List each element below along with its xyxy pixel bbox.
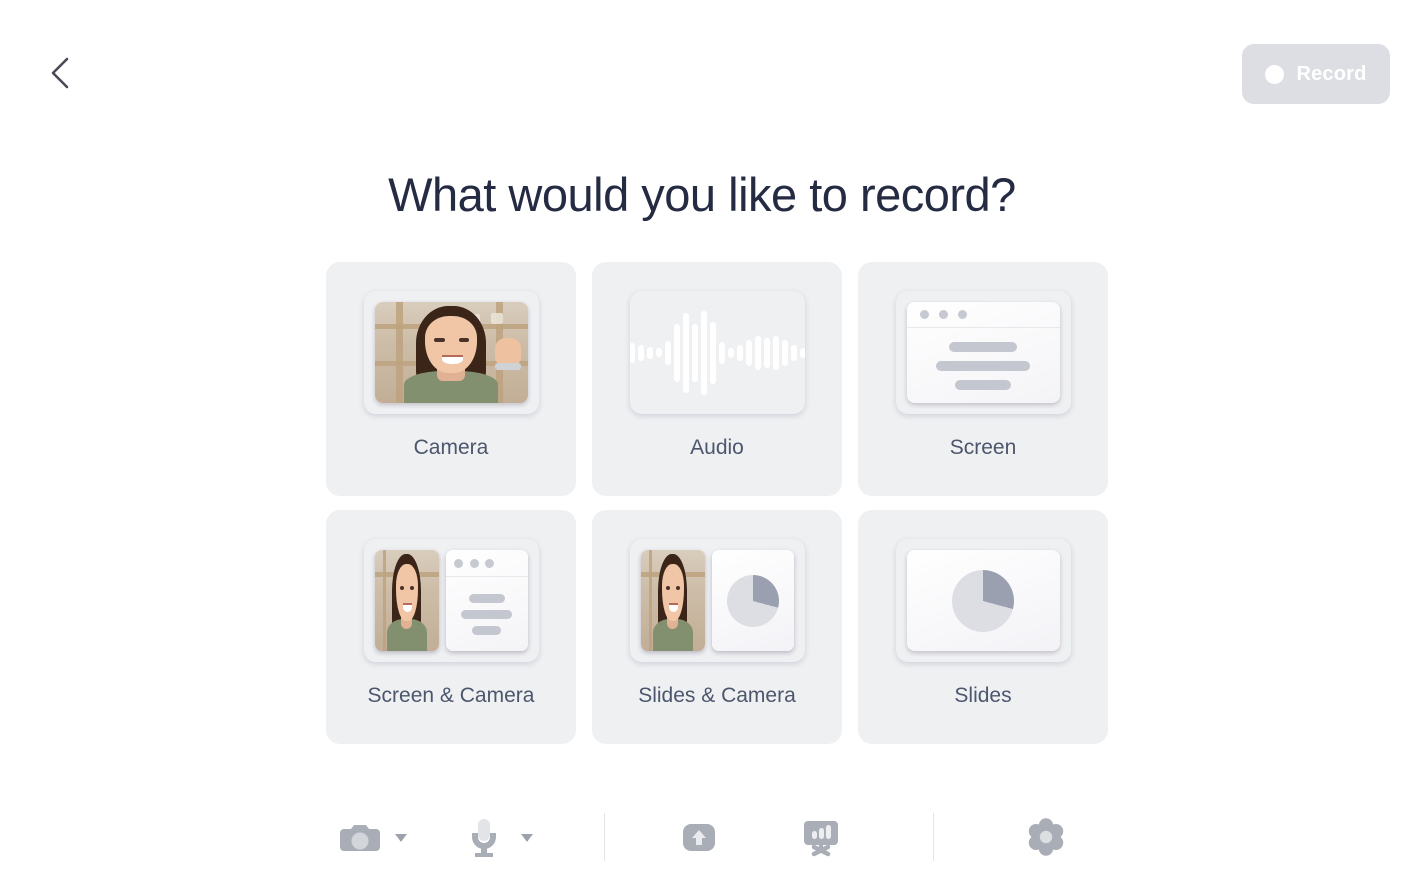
back-button[interactable] — [36, 48, 84, 100]
waveform-bar — [745, 339, 752, 366]
presentation-icon — [793, 811, 849, 863]
waveform-bar — [637, 344, 644, 361]
record-options-grid: Camera Audio Screen Screen & Camera Slid… — [326, 262, 1108, 744]
microphone-source-control[interactable] — [456, 811, 542, 863]
window-dot-icon — [939, 310, 948, 320]
record-option-slides-camera[interactable]: Slides & Camera — [592, 510, 842, 744]
window-dot-icon — [485, 558, 495, 568]
waveform-bar — [718, 341, 725, 364]
browser-window-mock — [445, 550, 528, 651]
record-button[interactable]: Record — [1242, 44, 1390, 104]
screen-window-thumbnail — [896, 291, 1071, 414]
record-option-label: Slides — [954, 684, 1012, 707]
slides-thumbnail — [896, 539, 1071, 662]
waveform-bar — [682, 312, 689, 393]
camera-preview — [374, 550, 439, 651]
waveform-bar — [709, 321, 716, 384]
waveform-bar — [664, 340, 671, 365]
camera-thumbnail — [364, 291, 539, 414]
upload-button[interactable] — [671, 811, 727, 863]
camera-icon — [330, 811, 386, 863]
record-option-camera[interactable]: Camera — [326, 262, 576, 496]
record-option-slides[interactable]: Slides — [858, 510, 1108, 744]
waveform-bar — [736, 344, 743, 361]
record-option-screen[interactable]: Screen — [858, 262, 1108, 496]
record-option-label: Audio — [690, 436, 744, 459]
record-option-label: Slides & Camera — [638, 684, 796, 707]
record-option-audio[interactable]: Audio — [592, 262, 842, 496]
waveform-bar — [790, 344, 797, 361]
waveform-bar — [673, 323, 680, 382]
waveform-bar — [655, 348, 662, 357]
chevron-down-icon — [386, 811, 416, 863]
person-photo — [374, 302, 528, 403]
browser-window-mock — [906, 302, 1060, 403]
screen-and-camera-thumbnail — [364, 539, 539, 662]
bottom-toolbar — [0, 797, 1404, 877]
slide-preview — [906, 550, 1060, 651]
waveform — [629, 291, 805, 414]
upload-icon — [671, 811, 727, 863]
window-dot-icon — [920, 310, 930, 320]
window-dot-icon — [957, 310, 967, 320]
person-photo — [374, 550, 439, 651]
camera-preview — [374, 302, 528, 403]
pie-chart-icon — [952, 569, 1014, 632]
chevron-left-icon — [47, 55, 73, 94]
slides-and-camera-thumbnail — [630, 539, 805, 662]
camera-source-control[interactable] — [330, 811, 416, 863]
waveform-bar — [727, 347, 734, 358]
window-dot-icon — [469, 558, 479, 568]
microphone-source-dropdown[interactable] — [512, 811, 542, 863]
gear-icon — [1018, 811, 1074, 863]
camera-source-button[interactable] — [330, 811, 386, 863]
camera-source-dropdown[interactable] — [386, 811, 416, 863]
audio-waveform-thumbnail — [629, 291, 805, 414]
record-option-screen-camera[interactable]: Screen & Camera — [326, 510, 576, 744]
record-selection-screen: Record What would you like to record? Ca… — [0, 0, 1404, 877]
chevron-down-icon — [512, 811, 542, 863]
waveform-bar — [629, 342, 635, 363]
presentation-button[interactable] — [793, 811, 849, 863]
waveform-bar — [754, 335, 761, 370]
waveform-bar — [772, 335, 779, 370]
toolbar-divider — [604, 813, 605, 861]
top-bar: Record — [0, 0, 1404, 148]
microphone-icon — [456, 811, 512, 863]
pie-chart-icon — [726, 574, 779, 627]
microphone-source-button[interactable] — [456, 811, 512, 863]
toolbar-divider — [933, 813, 934, 861]
record-dot-icon — [1265, 64, 1285, 84]
record-option-label: Screen — [949, 436, 1017, 459]
settings-button[interactable] — [1018, 811, 1074, 863]
waveform-bar — [799, 347, 805, 358]
person-photo — [640, 550, 705, 651]
record-button-label: Record — [1296, 63, 1367, 85]
waveform-bar — [781, 339, 788, 366]
waveform-bar — [691, 323, 698, 382]
waveform-bar — [700, 310, 707, 395]
slide-preview — [711, 550, 794, 651]
record-option-label: Screen & Camera — [367, 684, 535, 707]
waveform-bar — [646, 346, 653, 359]
window-dot-icon — [453, 558, 463, 568]
page-title: What would you like to record? — [388, 168, 1016, 221]
record-option-label: Camera — [413, 436, 489, 459]
camera-preview — [640, 550, 705, 651]
waveform-bar — [763, 337, 770, 368]
